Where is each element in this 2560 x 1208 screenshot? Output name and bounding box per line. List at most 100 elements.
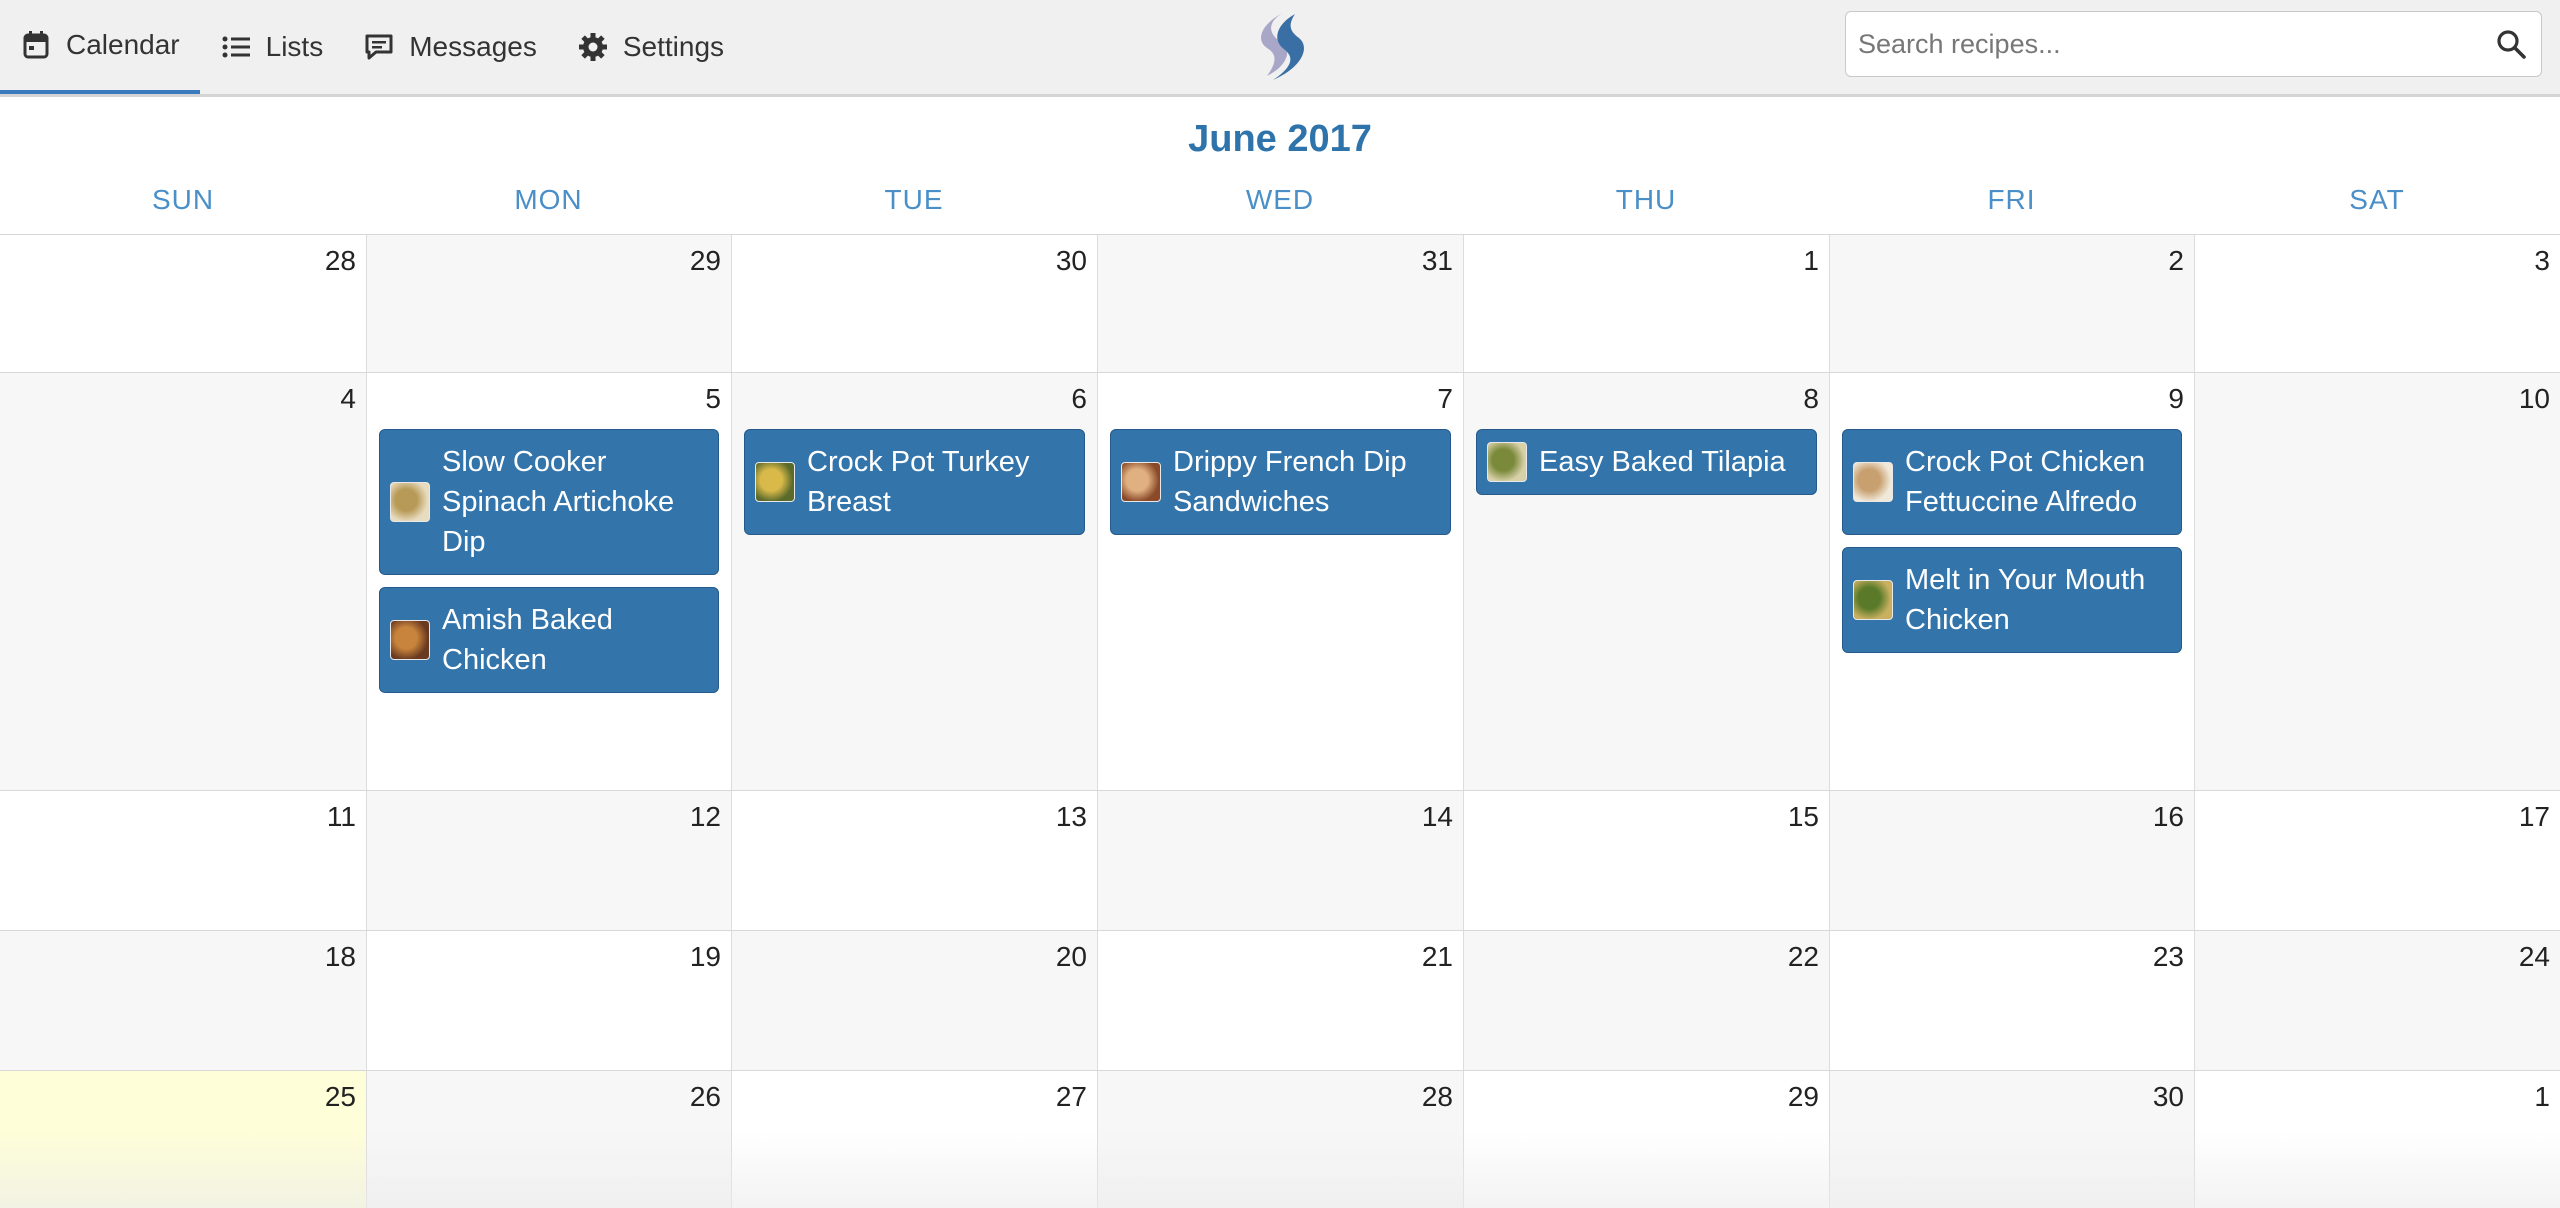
meal-event-title: Easy Baked Tilapia — [1539, 446, 1786, 478]
day-cell[interactable]: 17 — [2194, 791, 2560, 930]
recipe-thumbnail — [390, 620, 430, 660]
weekday-label: TUE — [884, 184, 944, 215]
day-cell[interactable]: 11 — [0, 791, 366, 930]
meal-event[interactable]: Crock Pot Turkey Breast — [744, 429, 1085, 535]
day-cell[interactable]: 13 — [731, 791, 1097, 930]
week-row: 25 26 27 28 29 30 1 — [0, 1070, 2560, 1208]
day-cell[interactable]: 20 — [731, 931, 1097, 1070]
day-cell[interactable]: 22 — [1463, 931, 1829, 1070]
day-cell[interactable]: 6 Crock Pot Turkey Breast — [731, 373, 1097, 790]
calendar-grid: 28 29 30 31 1 2 3 4 5 Slow Cooker Spinach Articho… — [0, 234, 2560, 1208]
day-events: Crock Pot Turkey Breast — [744, 429, 1085, 547]
nav-lists[interactable]: Lists — [200, 0, 344, 94]
weekday-label: FRI — [1987, 184, 2036, 215]
nav-settings[interactable]: Settings — [557, 0, 744, 94]
day-number: 1 — [2534, 1081, 2550, 1112]
day-events: Drippy French Dip Sandwiches — [1110, 429, 1451, 547]
day-number: 28 — [1421, 1081, 1453, 1112]
recipe-thumbnail — [755, 462, 795, 502]
day-cell[interactable]: 29 — [1463, 1071, 1829, 1208]
main-nav: Calendar Lists Messages Settings — [0, 0, 744, 94]
day-number: 25 — [324, 1081, 356, 1112]
meal-event[interactable]: Drippy French Dip Sandwiches — [1110, 429, 1451, 535]
day-number: 24 — [2518, 941, 2550, 972]
search-box — [1845, 11, 2542, 77]
day-cell[interactable]: 4 — [0, 373, 366, 790]
recipe-thumbnail — [1121, 462, 1161, 502]
day-number: 29 — [689, 245, 721, 276]
search-icon[interactable] — [2495, 28, 2527, 60]
day-number: 13 — [1055, 801, 1087, 832]
day-number: 19 — [689, 941, 721, 972]
meal-event[interactable]: Crock Pot Chicken Fettuccine Alfredo — [1842, 429, 2182, 535]
week-row: 28 29 30 31 1 2 3 — [0, 234, 2560, 372]
recipe-thumbnail — [1487, 442, 1527, 482]
nav-messages[interactable]: Messages — [343, 0, 557, 94]
day-number: 27 — [1055, 1081, 1087, 1112]
day-number: 30 — [2152, 1081, 2184, 1112]
day-number: 6 — [1071, 383, 1087, 414]
day-cell[interactable]: 10 — [2194, 373, 2560, 790]
day-cell[interactable]: 21 — [1097, 931, 1463, 1070]
day-cell[interactable]: 14 — [1097, 791, 1463, 930]
day-cell[interactable]: 28 — [0, 235, 366, 372]
day-events: Slow Cooker Spinach Artichoke Dip Amish B… — [379, 429, 719, 705]
day-number: 18 — [324, 941, 356, 972]
day-cell[interactable]: 2 — [1829, 235, 2194, 372]
week-row: 4 5 Slow Cooker Spinach Artichoke Dip Amish… — [0, 372, 2560, 790]
nav-calendar[interactable]: Calendar — [0, 0, 200, 94]
meal-event[interactable]: Amish Baked Chicken — [379, 587, 719, 693]
weekday-header: SUN MON TUE WED THU FRI SAT — [0, 184, 2560, 234]
day-cell[interactable]: 1 — [1463, 235, 1829, 372]
recipe-thumbnail — [1853, 462, 1893, 502]
day-cell[interactable]: 18 — [0, 931, 366, 1070]
day-cell[interactable]: 8 Easy Baked Tilapia — [1463, 373, 1829, 790]
nav-settings-label: Settings — [622, 31, 725, 62]
top-navbar: Calendar Lists Messages Settings — [0, 0, 2560, 97]
day-cell[interactable]: 23 — [1829, 931, 2194, 1070]
day-number: 20 — [1055, 941, 1087, 972]
day-cell-today[interactable]: 25 — [0, 1071, 366, 1208]
day-number: 22 — [1787, 941, 1819, 972]
day-cell[interactable]: 27 — [731, 1071, 1097, 1208]
meal-event-title: Amish Baked Chicken — [442, 604, 613, 676]
day-cell[interactable]: 3 — [2194, 235, 2560, 372]
list-icon — [220, 31, 252, 63]
day-number: 17 — [2518, 801, 2550, 832]
day-cell[interactable]: 7 Drippy French Dip Sandwiches — [1097, 373, 1463, 790]
day-number: 9 — [2168, 383, 2184, 414]
day-number: 29 — [1787, 1081, 1819, 1112]
day-number: 1 — [1803, 245, 1819, 276]
recipe-thumbnail — [1853, 580, 1893, 620]
nav-calendar-label: Calendar — [66, 29, 180, 60]
day-cell[interactable]: 9 Crock Pot Chicken Fettuccine Alfredo Mel… — [1829, 373, 2194, 790]
search-input[interactable] — [1856, 12, 2480, 76]
day-cell[interactable]: 31 — [1097, 235, 1463, 372]
meal-event-title: Melt in Your Mouth Chicken — [1905, 564, 2146, 636]
day-cell[interactable]: 29 — [366, 235, 731, 372]
weekday-label: THU — [1615, 184, 1677, 215]
day-number: 8 — [1803, 383, 1819, 414]
weekday-label: SUN — [151, 184, 215, 215]
day-cell[interactable]: 26 — [366, 1071, 731, 1208]
week-row: 18 19 20 21 22 23 24 — [0, 930, 2560, 1070]
weekday-label: MON — [514, 184, 583, 215]
day-cell[interactable]: 24 — [2194, 931, 2560, 1070]
day-cell[interactable]: 12 — [366, 791, 731, 930]
meal-event[interactable]: Easy Baked Tilapia — [1476, 429, 1817, 495]
day-cell[interactable]: 19 — [366, 931, 731, 1070]
day-cell[interactable]: 28 — [1097, 1071, 1463, 1208]
meal-event[interactable]: Melt in Your Mouth Chicken — [1842, 547, 2182, 653]
app-logo[interactable] — [1247, 6, 1315, 84]
meal-event[interactable]: Slow Cooker Spinach Artichoke Dip — [379, 429, 719, 575]
weekday-label: WED — [1245, 184, 1315, 215]
day-cell[interactable]: 16 — [1829, 791, 2194, 930]
day-cell[interactable]: 15 — [1463, 791, 1829, 930]
day-number: 28 — [324, 245, 356, 276]
nav-lists-label: Lists — [265, 31, 324, 62]
day-cell[interactable]: 1 — [2194, 1071, 2560, 1208]
day-cell[interactable]: 30 — [1829, 1071, 2194, 1208]
day-cell[interactable]: 5 Slow Cooker Spinach Artichoke Dip Amish … — [366, 373, 731, 790]
day-number: 10 — [2518, 383, 2550, 414]
day-cell[interactable]: 30 — [731, 235, 1097, 372]
